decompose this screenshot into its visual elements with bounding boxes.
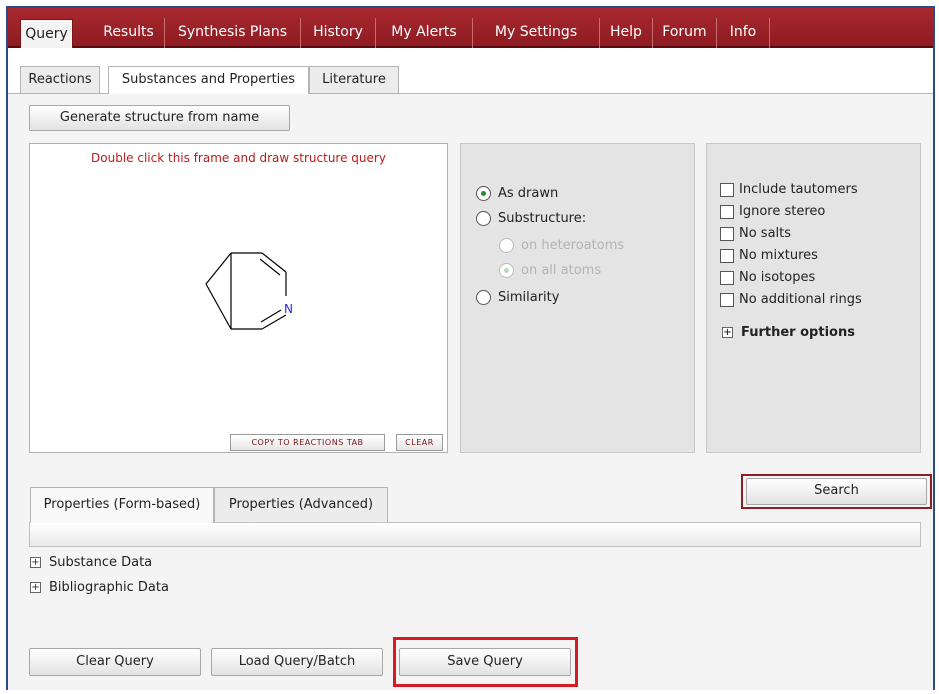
- radio-button[interactable]: [476, 186, 491, 201]
- clear-query-button[interactable]: Clear Query: [29, 648, 201, 676]
- radio-label: on heteroatoms: [521, 238, 625, 253]
- radio-as-drawn[interactable]: As drawn: [476, 186, 558, 201]
- atom-label-n: N: [284, 302, 293, 316]
- tab-substances-properties[interactable]: Substances and Properties: [108, 66, 309, 94]
- nav-tab-my-settings[interactable]: My Settings: [473, 18, 600, 48]
- bond: [259, 258, 281, 276]
- bond: [205, 283, 232, 330]
- expand-plus-icon[interactable]: +: [30, 582, 41, 593]
- tab-properties-advanced[interactable]: Properties (Advanced): [214, 487, 388, 522]
- checkbox-label: No additional rings: [739, 292, 862, 307]
- load-query-batch-button[interactable]: Load Query/Batch: [211, 648, 383, 676]
- nav-tab-info[interactable]: Info: [717, 18, 770, 48]
- copy-to-reactions-button[interactable]: COPY TO REACTIONS TAB: [230, 434, 385, 451]
- nav-tab-results[interactable]: Results: [93, 18, 165, 48]
- checkbox-no-isotopes[interactable]: No isotopes: [720, 270, 815, 285]
- radio-on-all-atoms: on all atoms: [499, 263, 601, 278]
- bond: [205, 252, 232, 285]
- tab-properties-form-based[interactable]: Properties (Form-based): [30, 487, 214, 523]
- radio-similarity[interactable]: Similarity: [476, 290, 559, 305]
- tree-item-bibliographic-data[interactable]: + Bibliographic Data: [30, 580, 169, 595]
- search-button[interactable]: Search: [746, 478, 927, 505]
- nav-tab-query[interactable]: Query: [20, 19, 73, 48]
- checkbox-label: No salts: [739, 226, 792, 241]
- nav-tab-synthesis-plans[interactable]: Synthesis Plans: [165, 18, 301, 48]
- checkbox[interactable]: [720, 270, 734, 285]
- save-query-button[interactable]: Save Query: [399, 648, 571, 676]
- structure-drawing: N: [205, 252, 293, 330]
- checkbox[interactable]: [720, 204, 734, 219]
- expand-plus-icon[interactable]: +: [30, 557, 41, 568]
- radio-label: Substructure:: [498, 211, 587, 226]
- checkbox-label: No isotopes: [739, 270, 816, 285]
- radio-button: [499, 263, 514, 278]
- checkbox-label: Ignore stereo: [739, 204, 826, 219]
- checkbox[interactable]: [720, 182, 734, 197]
- checkbox-no-additional-rings[interactable]: No additional rings: [720, 292, 862, 307]
- radio-label: Similarity: [498, 290, 560, 305]
- nav-tab-my-alerts[interactable]: My Alerts: [376, 18, 473, 48]
- checkbox-label: Include tautomers: [739, 182, 858, 197]
- nav-tab-help[interactable]: Help: [600, 18, 653, 48]
- tree-item-label: Bibliographic Data: [49, 580, 169, 595]
- radio-label: As drawn: [498, 186, 559, 201]
- tree-item-substance-data[interactable]: + Substance Data: [30, 555, 152, 570]
- further-options-toggle[interactable]: + Further options: [722, 325, 855, 340]
- radio-button[interactable]: [476, 211, 491, 226]
- checkbox-no-salts[interactable]: No salts: [720, 226, 791, 241]
- radio-button: [499, 238, 514, 253]
- properties-header-bar: [29, 522, 921, 547]
- checkbox-ignore-stereo[interactable]: Ignore stereo: [720, 204, 825, 219]
- tab-reactions[interactable]: Reactions: [20, 66, 100, 93]
- tab-literature[interactable]: Literature: [309, 66, 399, 93]
- nav-tab-forum[interactable]: Forum: [653, 18, 717, 48]
- radio-substructure[interactable]: Substructure:: [476, 211, 586, 226]
- radio-label: on all atoms: [521, 263, 602, 278]
- generate-structure-button[interactable]: Generate structure from name: [29, 105, 290, 131]
- tree-item-label: Substance Data: [49, 555, 153, 570]
- further-options-label: Further options: [741, 325, 855, 340]
- structure-editor[interactable]: Double click this frame and draw structu…: [29, 143, 448, 453]
- radio-on-heteroatoms: on heteroatoms: [499, 238, 624, 253]
- checkbox[interactable]: [720, 248, 734, 263]
- checkbox[interactable]: [720, 226, 734, 241]
- bond: [261, 314, 287, 330]
- clear-structure-button[interactable]: CLEAR: [396, 434, 443, 451]
- nav-tab-history[interactable]: History: [301, 18, 376, 48]
- checkbox-no-mixtures[interactable]: No mixtures: [720, 248, 818, 263]
- checkbox-include-tautomers[interactable]: Include tautomers: [720, 182, 858, 197]
- expand-plus-icon[interactable]: +: [722, 327, 733, 338]
- radio-button[interactable]: [476, 290, 491, 305]
- bond: [261, 252, 287, 273]
- checkbox-label: No mixtures: [739, 248, 818, 263]
- top-nav: Query Results Synthesis Plans History My…: [8, 8, 933, 48]
- checkbox[interactable]: [720, 292, 734, 307]
